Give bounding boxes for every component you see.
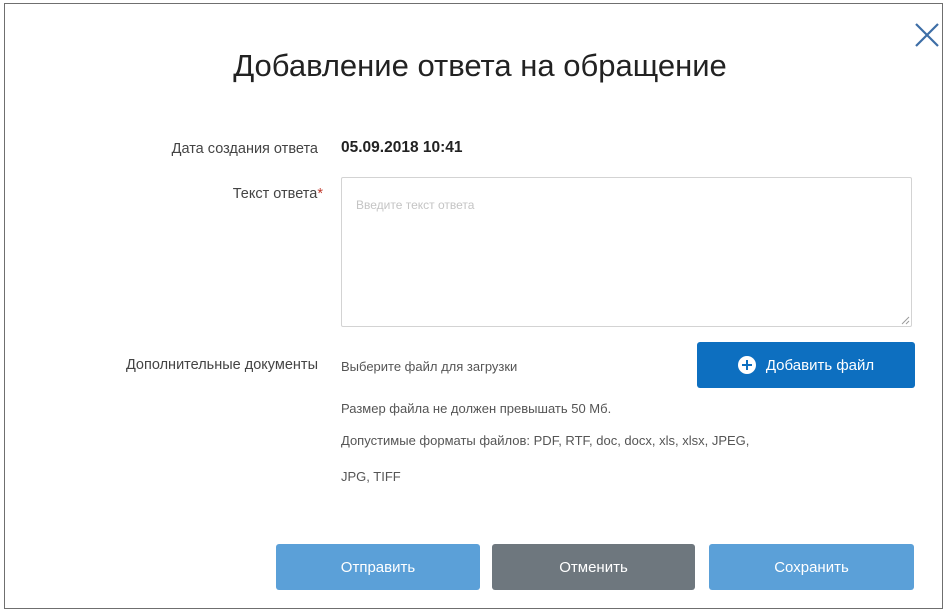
- plus-circle-icon: [737, 356, 756, 374]
- date-value: 05.09.2018 10:41: [341, 139, 463, 156]
- formats-note-line2: JPG, TIFF: [341, 469, 401, 484]
- resize-grip-icon[interactable]: [900, 315, 910, 325]
- close-icon[interactable]: [910, 18, 944, 52]
- date-label: Дата создания ответа: [171, 141, 318, 157]
- text-label: Текст ответа: [232, 186, 318, 202]
- size-note: Размер файла не должен превышать 50 Мб.: [341, 401, 612, 416]
- send-button[interactable]: Отправить: [276, 544, 480, 590]
- add-file-label: Добавить файл: [765, 356, 875, 374]
- text-label-row: Текст ответа*: [40, 186, 323, 202]
- file-prompt: Выберите файл для загрузки: [341, 359, 518, 374]
- add-file-button[interactable]: Добавить файл: [697, 342, 915, 388]
- save-button[interactable]: Сохранить: [709, 544, 914, 590]
- docs-label: Дополнительные документы: [125, 357, 318, 373]
- dialog-title: Добавление ответа на обращение: [233, 48, 727, 83]
- response-text-input[interactable]: [341, 177, 912, 327]
- formats-note-line1: Допустимые форматы файлов: PDF, RTF, doc…: [341, 433, 750, 448]
- required-mark: *: [317, 186, 323, 202]
- cancel-button[interactable]: Отменить: [492, 544, 695, 590]
